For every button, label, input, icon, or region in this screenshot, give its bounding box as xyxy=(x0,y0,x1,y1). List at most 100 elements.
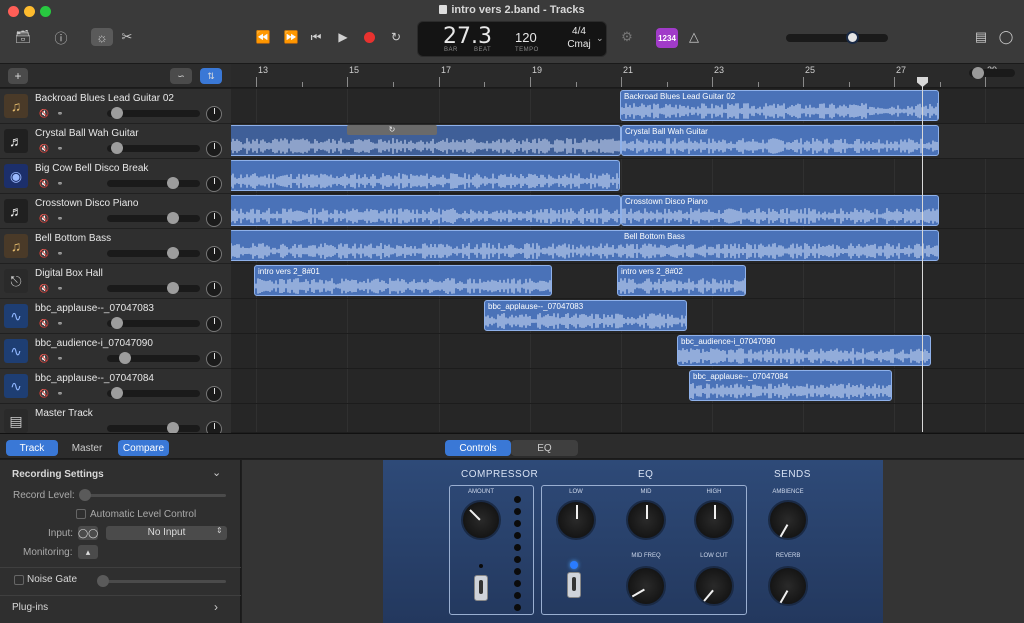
loop-browser-icon[interactable]: ◯ xyxy=(995,28,1017,46)
volume-knob[interactable] xyxy=(111,317,123,329)
volume-knob[interactable] xyxy=(167,212,179,224)
mid-knob[interactable] xyxy=(626,500,666,540)
track-volume-slider[interactable] xyxy=(107,107,200,119)
controls-tab[interactable]: Controls xyxy=(445,440,511,456)
playhead[interactable] xyxy=(922,80,923,432)
track-volume-slider[interactable] xyxy=(107,212,200,224)
catch-playhead-icon[interactable]: ⇅ xyxy=(200,68,222,84)
track-volume-slider[interactable] xyxy=(107,282,200,294)
metronome-icon[interactable]: △ xyxy=(683,28,705,46)
track-header[interactable]: ◉ Big Cow Bell Disco Break 🔇 ⚭ xyxy=(0,159,231,194)
input-select[interactable]: No Input xyxy=(106,526,227,540)
master-volume-slider[interactable] xyxy=(786,31,888,44)
pan-knob[interactable] xyxy=(206,386,222,402)
noise-gate-slider[interactable] xyxy=(98,580,226,583)
go-to-beginning-icon[interactable]: ⏮ xyxy=(305,28,327,46)
audio-region[interactable]: Backroad Blues Lead Guitar 02 xyxy=(620,90,939,121)
track-header[interactable]: ♫ Backroad Blues Lead Guitar 02 🔇 ⚭ xyxy=(0,89,231,124)
audio-region[interactable] xyxy=(231,160,620,191)
volume-knob[interactable] xyxy=(111,107,123,119)
low-cut-knob[interactable] xyxy=(694,566,734,606)
track-lane[interactable] xyxy=(231,369,1024,404)
monitoring-icon[interactable]: ▴ xyxy=(78,545,98,559)
audio-region[interactable]: Crystal Ball Wah Guitar xyxy=(621,125,939,156)
notepad-icon[interactable]: ▤ xyxy=(970,28,992,46)
track-volume-slider[interactable] xyxy=(107,422,200,434)
tracks-area[interactable]: Backroad Blues Lead Guitar 02 Crystal Ba… xyxy=(231,89,1024,432)
count-in-button[interactable]: 1234 xyxy=(656,28,678,48)
add-track-button[interactable]: + xyxy=(8,68,28,84)
low-knob[interactable] xyxy=(556,500,596,540)
solo-headphones-icon[interactable]: ⚭ xyxy=(54,143,66,154)
solo-headphones-icon[interactable]: ⚭ xyxy=(54,283,66,294)
audio-region[interactable] xyxy=(231,195,621,226)
volume-knob[interactable] xyxy=(167,177,179,189)
timeline-ruler[interactable]: 13 15 17 19 21 23 25 27 29 xyxy=(231,64,1024,88)
track-volume-slider[interactable] xyxy=(107,247,200,259)
editors-scissors-icon[interactable]: ✂ xyxy=(116,28,138,46)
help-icon[interactable]: ⓘ xyxy=(50,28,72,46)
mute-icon[interactable]: 🔇 xyxy=(38,178,50,189)
zoom-knob[interactable] xyxy=(972,67,984,79)
track-header[interactable]: ∿ bbc_audience-i_07047090 🔇 ⚭ xyxy=(0,334,231,369)
audio-region[interactable]: intro vers 2_8#02 xyxy=(617,265,746,296)
solo-headphones-icon[interactable]: ⚭ xyxy=(54,388,66,399)
solo-headphones-icon[interactable]: ⚭ xyxy=(54,318,66,329)
smart-controls-icon[interactable]: ☼ xyxy=(91,28,113,46)
amount-knob[interactable] xyxy=(461,500,501,540)
stereo-mono-icon[interactable]: ◯◯ xyxy=(78,526,98,540)
solo-headphones-icon[interactable]: ⚭ xyxy=(54,178,66,189)
pan-knob[interactable] xyxy=(206,351,222,367)
noise-gate-checkbox[interactable] xyxy=(14,575,24,585)
track-header[interactable]: ∿ bbc_applause--_07047083 🔇 ⚭ xyxy=(0,299,231,334)
track-header[interactable]: ♬ Crosstown Disco Piano 🔇 ⚭ xyxy=(0,194,231,229)
record-level-knob[interactable] xyxy=(79,489,91,501)
eq-tab[interactable]: EQ xyxy=(511,440,578,456)
chevron-down-icon[interactable]: ⌄ xyxy=(212,466,221,479)
pan-knob[interactable] xyxy=(206,246,222,262)
track-header[interactable]: ⎋ Digital Box Hall 🔇 ⚭ xyxy=(0,264,231,299)
track-volume-slider[interactable] xyxy=(107,387,200,399)
track-volume-slider[interactable] xyxy=(107,142,200,154)
fast-forward-icon[interactable]: ⏩ xyxy=(280,28,302,46)
mute-icon[interactable]: 🔇 xyxy=(38,388,50,399)
track-header[interactable]: ♬ Crystal Ball Wah Guitar 🔇 ⚭ xyxy=(0,124,231,159)
track-volume-slider[interactable] xyxy=(107,177,200,189)
solo-headphones-icon[interactable]: ⚭ xyxy=(54,213,66,224)
noise-gate-knob[interactable] xyxy=(97,575,109,587)
track-header[interactable]: ∿ bbc_applause--_07047084 🔇 ⚭ xyxy=(0,369,231,404)
play-icon[interactable]: ▶ xyxy=(332,28,354,46)
solo-headphones-icon[interactable]: ⚭ xyxy=(54,108,66,119)
record-level-slider[interactable] xyxy=(80,494,226,497)
mute-icon[interactable]: 🔇 xyxy=(38,283,50,294)
mute-icon[interactable]: 🔇 xyxy=(38,248,50,259)
mute-icon[interactable]: 🔇 xyxy=(38,353,50,364)
compare-button[interactable]: Compare xyxy=(118,440,169,456)
lcd-display[interactable]: 27.3 BAR BEAT 120 TEMPO 4/4 Cmaj ⌄ xyxy=(417,21,607,57)
automation-icon[interactable]: ∽ xyxy=(170,68,192,84)
record-button[interactable] xyxy=(358,28,380,46)
mute-icon[interactable]: 🔇 xyxy=(38,318,50,329)
zoom-slider[interactable] xyxy=(969,67,1015,79)
volume-knob[interactable] xyxy=(119,352,131,364)
auto-level-checkbox[interactable] xyxy=(76,509,86,519)
track-volume-slider[interactable] xyxy=(107,317,200,329)
pan-knob[interactable] xyxy=(206,316,222,332)
reverb-knob[interactable] xyxy=(768,566,808,606)
pan-knob[interactable] xyxy=(206,106,222,122)
master-tab[interactable]: Master xyxy=(62,440,112,456)
audio-region[interactable]: bbc_applause--_07047083 xyxy=(484,300,687,331)
volume-knob[interactable] xyxy=(111,387,123,399)
cycle-area-marker[interactable]: ↻ xyxy=(347,125,437,135)
track-volume-slider[interactable] xyxy=(107,352,200,364)
mute-icon[interactable]: 🔇 xyxy=(38,108,50,119)
track-lane[interactable] xyxy=(231,404,1024,432)
high-knob[interactable] xyxy=(694,500,734,540)
track-tab[interactable]: Track xyxy=(6,440,58,456)
compressor-toggle-switch[interactable] xyxy=(474,575,488,601)
audio-region[interactable]: bbc_applause--_07047084 xyxy=(689,370,892,401)
audio-region[interactable]: Crosstown Disco Piano xyxy=(621,195,939,226)
lcd-chevron-down-icon[interactable]: ⌄ xyxy=(596,33,604,44)
cycle-icon[interactable]: ↻ xyxy=(385,28,407,46)
mute-icon[interactable]: 🔇 xyxy=(38,213,50,224)
